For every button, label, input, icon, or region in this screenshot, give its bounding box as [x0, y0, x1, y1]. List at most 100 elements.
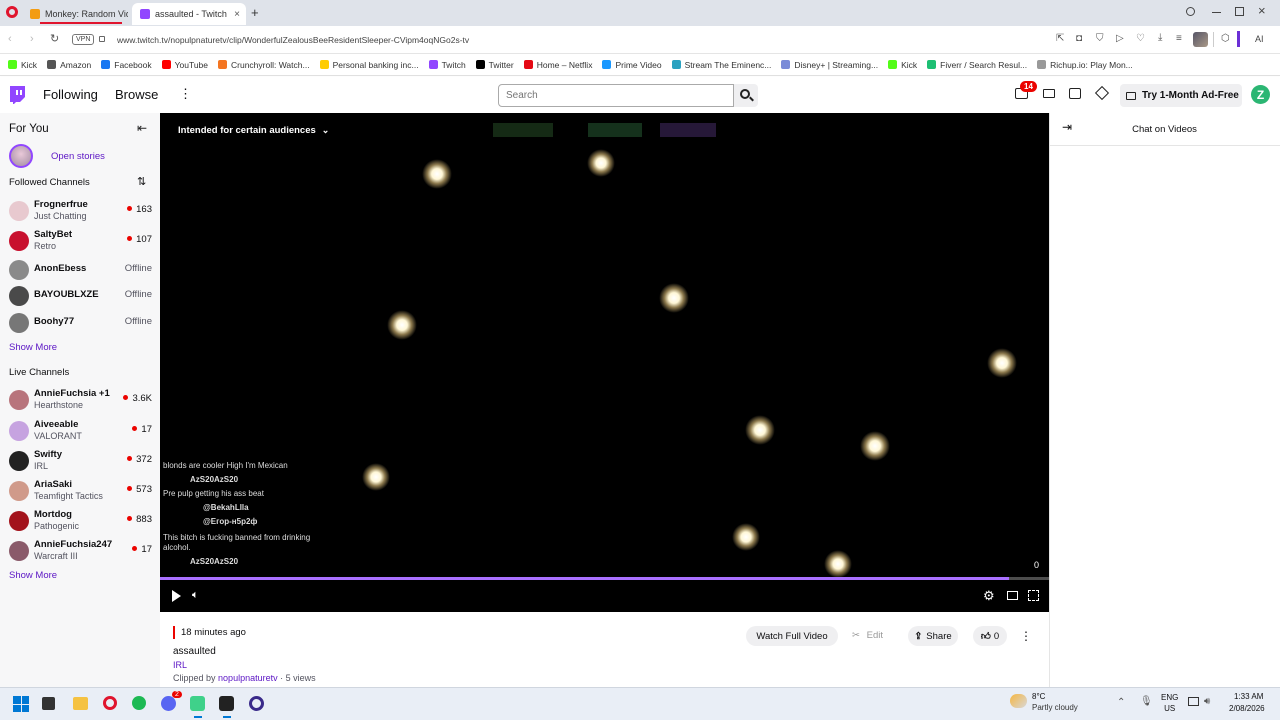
windows-start-icon[interactable] — [13, 696, 29, 712]
bookmark-item[interactable]: Kick — [888, 60, 917, 70]
player-icon[interactable]: ▷ — [1116, 34, 1124, 44]
send-icon[interactable]: ⇱ — [1056, 34, 1064, 44]
theatre-mode-icon[interactable] — [1007, 591, 1018, 600]
channel-game: Just Chatting — [34, 211, 87, 221]
twitch-logo-icon[interactable] — [9, 86, 25, 104]
bookmark-item[interactable]: Home – Netflix — [523, 60, 592, 70]
progress-track[interactable] — [160, 577, 1049, 580]
close-tab-icon[interactable]: × — [234, 9, 240, 20]
bookmark-item[interactable]: Disney+ | Streaming... — [781, 60, 878, 70]
fullscreen-icon[interactable] — [1028, 590, 1039, 601]
volume-icon[interactable]: 🔈︎ — [192, 589, 199, 602]
discord-icon[interactable] — [161, 696, 176, 711]
live-channels-heading: Live Channels — [9, 367, 70, 378]
cube-icon[interactable]: ⬡ — [1221, 34, 1230, 44]
sidebar-channel-item[interactable]: SaltyBet Retro 107 — [0, 227, 160, 255]
bookmark-item[interactable]: YouTube — [161, 60, 208, 70]
sidebar-channel-item[interactable]: Mortdog Pathogenic 883 — [0, 507, 160, 535]
minimize-button[interactable] — [1212, 12, 1221, 13]
bookmark-item[interactable]: Crunchyroll: Watch... — [218, 60, 310, 70]
task-view-icon[interactable] — [42, 697, 55, 710]
file-explorer-icon[interactable] — [73, 697, 88, 710]
clock-time[interactable]: 1:33 AM — [1234, 692, 1263, 701]
edit-button[interactable]: ✂ Edit — [852, 630, 883, 641]
download-icon[interactable]: ⤓ — [1158, 33, 1162, 43]
sidebar-channel-item[interactable]: AnonEbess Offline — [0, 256, 160, 284]
clip-category-link[interactable]: IRL — [173, 660, 187, 670]
menu-lines-icon[interactable]: ≡ — [1176, 34, 1182, 44]
audience-warning[interactable]: Intended for certain audiences ⌄ — [178, 125, 329, 136]
ad-free-button[interactable]: Try 1-Month Ad-Free — [1120, 84, 1242, 107]
profile-avatar[interactable] — [1193, 32, 1208, 47]
sidebar-channel-item[interactable]: BAYOUBLXZE Offline — [0, 282, 160, 310]
opera-taskbar-icon[interactable] — [103, 696, 117, 710]
sidebar-channel-item[interactable]: AnnieFuchsia247 Warcraft III 17 — [0, 537, 160, 565]
weather-icon[interactable] — [1010, 694, 1027, 708]
bookmark-item[interactable]: Stream The Eminenc... — [671, 60, 771, 70]
clipper-link[interactable]: nopulpnaturetv — [218, 673, 278, 683]
forward-icon[interactable]: › — [30, 34, 34, 45]
sidebar-channel-item[interactable]: AriaSaki Teamfight Tactics 573 — [0, 477, 160, 505]
browse-link[interactable]: Browse — [115, 87, 158, 102]
stories-avatar[interactable] — [9, 144, 33, 168]
heart-icon[interactable]: ♡ — [1136, 34, 1145, 44]
microphone-icon[interactable]: 🎙︎ — [1140, 697, 1153, 707]
video-player[interactable]: Intended for certain audiences ⌄ blonds … — [160, 113, 1049, 612]
bookmark-item[interactable]: Facebook — [101, 60, 152, 70]
play-button[interactable] — [172, 590, 181, 602]
show-more-followed[interactable]: Show More — [9, 342, 57, 353]
app-icon[interactable] — [190, 696, 205, 711]
watch-full-video-button[interactable]: Watch Full Video — [746, 626, 838, 646]
settings-gear-icon[interactable]: ⚙ — [983, 588, 995, 604]
chevron-up-icon[interactable]: ⌃ — [1117, 698, 1125, 708]
whispers-icon[interactable] — [1043, 89, 1055, 98]
sidebar-channel-item[interactable]: Frognerfrue Just Chatting 163 — [0, 197, 160, 225]
camera-icon[interactable]: ◘ — [1076, 34, 1082, 44]
bookmark-item[interactable]: Twitter — [475, 60, 514, 70]
sidebar-channel-item[interactable]: AnnieFuchsia +1 Hearthstone 3.6K — [0, 386, 160, 414]
sidebar-channel-item[interactable]: Boohy77 Offline — [0, 309, 160, 337]
bookmark-item[interactable]: Personal banking inc... — [319, 60, 419, 70]
bookmark-item[interactable]: Amazon — [47, 60, 91, 70]
show-more-live[interactable]: Show More — [9, 570, 57, 581]
bookmark-item[interactable]: Richup.io: Play Mon... — [1037, 60, 1133, 70]
shield-icon[interactable]: ⛉ — [1096, 34, 1104, 44]
bookmark-item[interactable]: Fiverr / Search Resul... — [927, 60, 1027, 70]
ai-button[interactable]: AI — [1255, 34, 1264, 44]
clock-date[interactable]: 2/08/2026 — [1229, 704, 1265, 713]
sidebar-channel-item[interactable]: Aiveeable VALORANT 17 — [0, 417, 160, 445]
bits-icon[interactable] — [1094, 85, 1110, 101]
vpn-badge[interactable]: VPN — [72, 34, 95, 45]
maximize-button[interactable] — [1235, 7, 1244, 16]
more-options-icon[interactable]: ⋮ — [1020, 629, 1032, 643]
language-indicator[interactable]: ENG US — [1161, 692, 1178, 714]
collapse-sidebar-icon[interactable]: ⇤ — [137, 121, 147, 135]
bookmark-item[interactable]: Kick — [8, 60, 37, 70]
search-button[interactable] — [734, 84, 758, 107]
tab-twitch[interactable]: assaulted - Twitch × — [132, 3, 246, 25]
new-tab-button[interactable]: + — [251, 5, 259, 20]
following-link[interactable]: Following — [43, 87, 98, 102]
app-icon[interactable] — [249, 696, 264, 711]
reload-icon[interactable]: ↻ — [50, 34, 59, 45]
back-icon[interactable]: ‹ — [8, 34, 12, 45]
more-options-icon[interactable]: ⋮ — [179, 86, 192, 102]
search-tabs-icon[interactable] — [1186, 7, 1195, 16]
speaker-icon[interactable]: 🔊︎ — [1204, 697, 1210, 707]
user-avatar[interactable]: Z — [1251, 85, 1270, 104]
search-input[interactable] — [498, 84, 734, 107]
share-button[interactable]: ⇪ Share — [908, 626, 958, 646]
bookmark-item[interactable]: Twitch — [428, 60, 466, 70]
opera-logo-icon[interactable] — [6, 6, 18, 18]
like-button[interactable]: 👍︎ 0 — [973, 626, 1007, 646]
address-bar[interactable]: www.twitch.tv/nopulpnaturetv/clip/Wonder… — [117, 35, 469, 45]
spotify-icon[interactable] — [132, 696, 146, 710]
app-icon[interactable] — [219, 696, 234, 711]
sort-icon[interactable]: ⇅ — [137, 175, 146, 188]
open-stories-link[interactable]: Open stories — [51, 151, 105, 162]
network-icon[interactable] — [1188, 697, 1199, 706]
sidebar-channel-item[interactable]: Swifty IRL 372 — [0, 447, 160, 475]
bookmark-item[interactable]: Prime Video — [602, 60, 662, 70]
chat-bubble-icon[interactable] — [1069, 88, 1081, 99]
close-window-button[interactable]: × — [1258, 3, 1266, 18]
